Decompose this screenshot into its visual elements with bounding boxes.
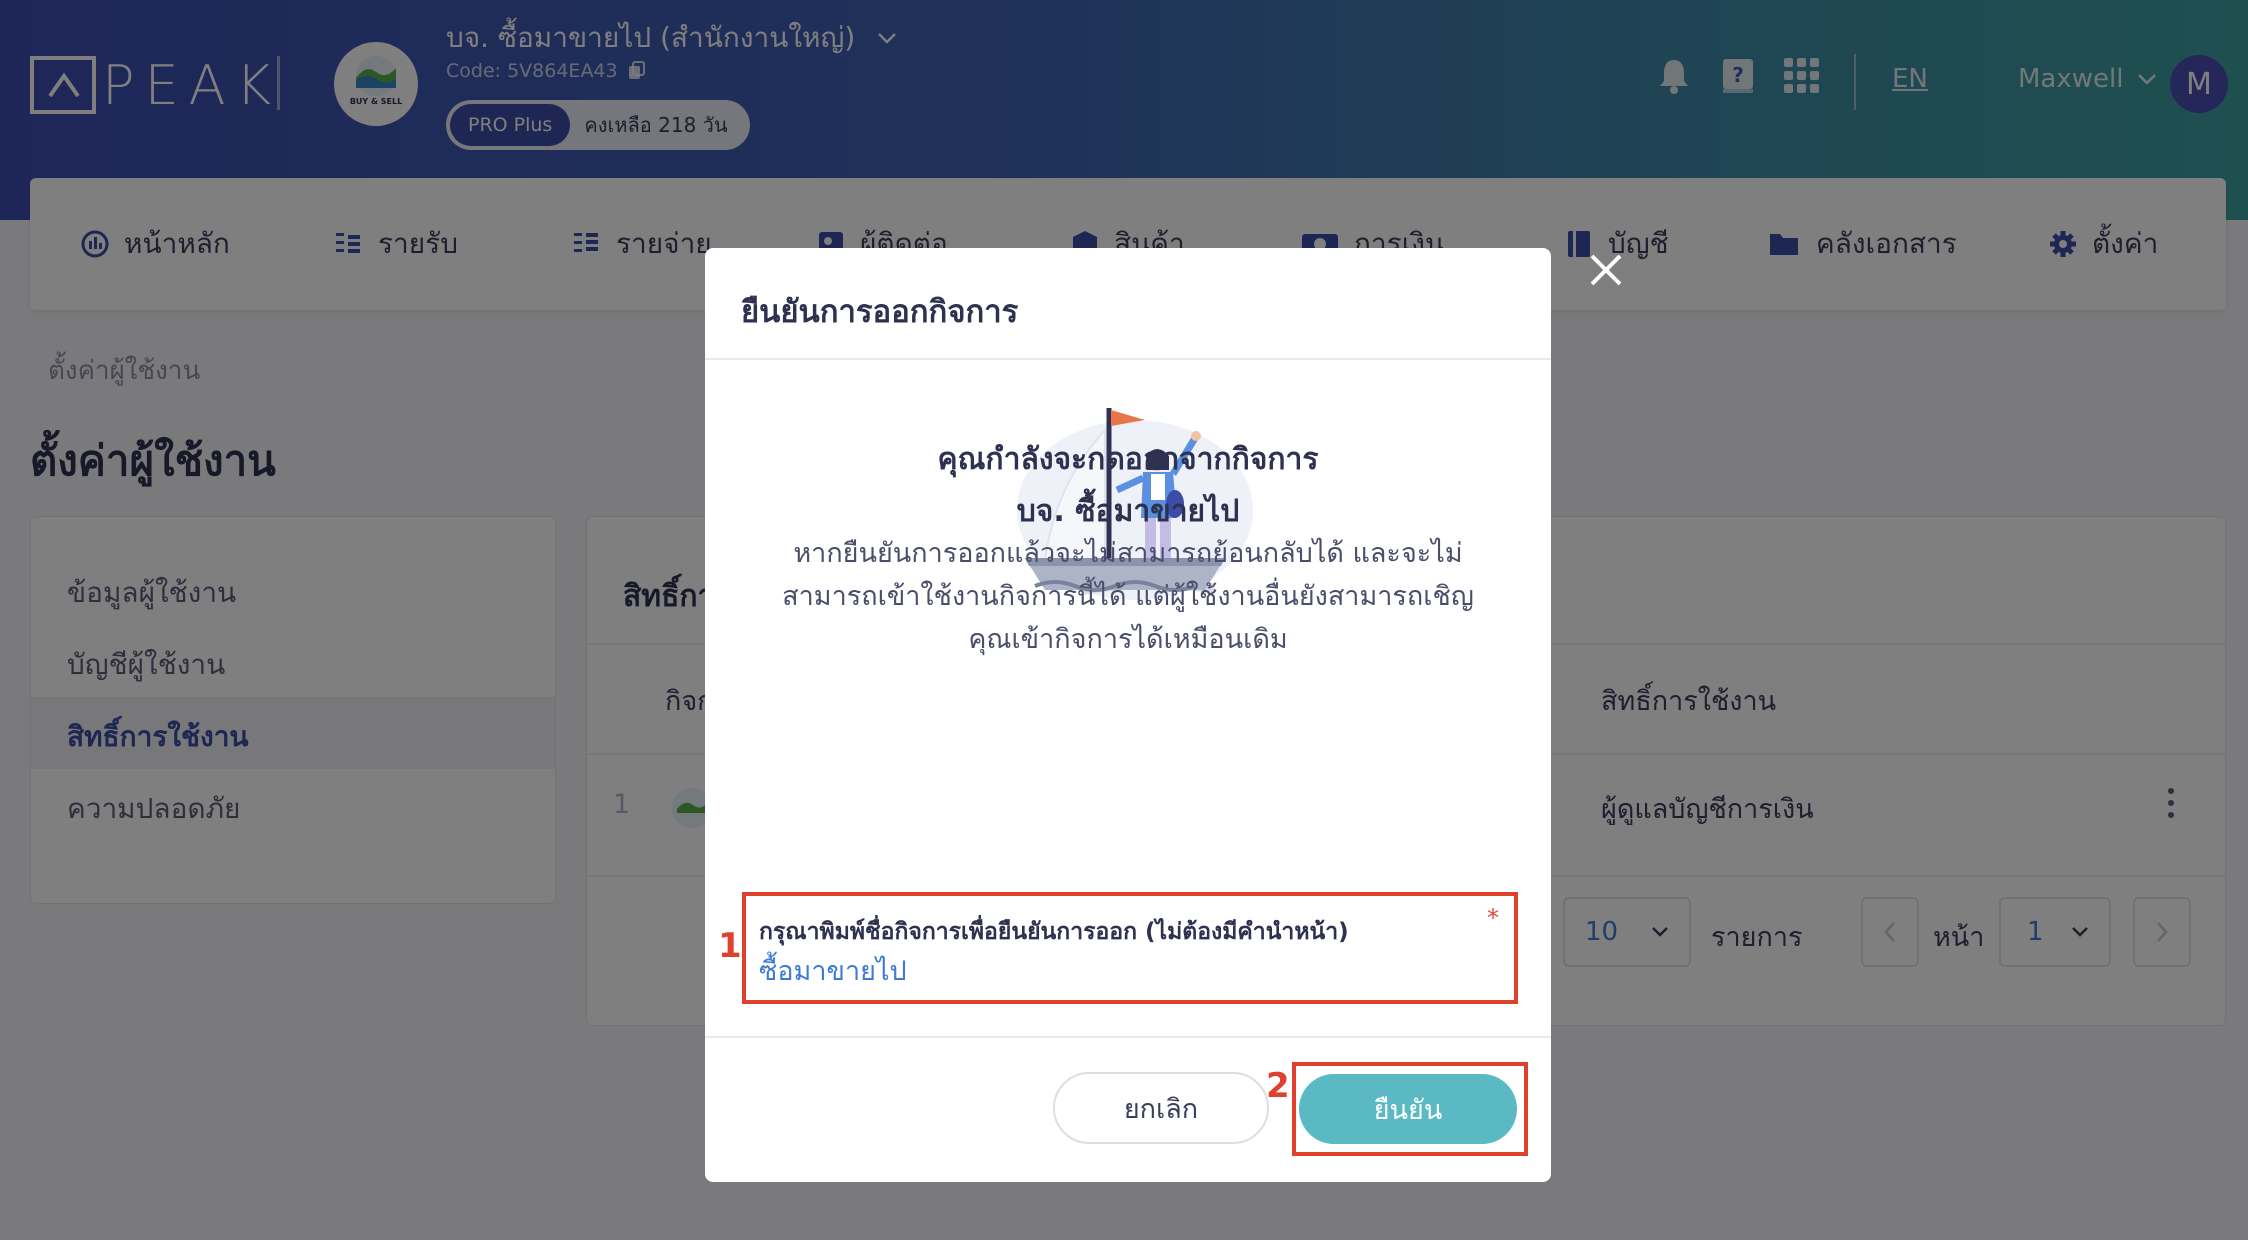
modal-heading-line1: คุณกำลังจะกดออกจากกิจการ: [937, 442, 1319, 477]
annotation-box-step2: [1292, 1062, 1528, 1156]
close-icon[interactable]: [1586, 250, 1626, 290]
modal-body-line1: หากยืนยันการออกแล้วจะไม่สามารถย้อนกลับได…: [793, 538, 1463, 569]
annotation-box-step1: [742, 892, 1518, 1004]
divider: [705, 1036, 1551, 1038]
modal-title: ยืนยันการออกกิจการ: [741, 294, 1019, 330]
divider: [705, 358, 1551, 360]
annotation-number-step1: 1: [718, 926, 742, 966]
modal-heading-line2: บจ. ซื้อมาขายไป: [1016, 494, 1240, 529]
cancel-button[interactable]: ยกเลิก: [1053, 1072, 1269, 1144]
annotation-number-step2: 2: [1266, 1066, 1290, 1106]
leave-business-modal: ยืนยันการออกกิจการ คุณกำลังจะกดออกจากกิจ…: [705, 248, 1551, 1182]
modal-body-line2: สามารถเข้าใช้งานกิจการนี้ได้ แต่ผู้ใช้งา…: [782, 581, 1474, 612]
modal-body-line3: คุณเข้ากิจการได้เหมือนเดิม: [968, 624, 1288, 655]
